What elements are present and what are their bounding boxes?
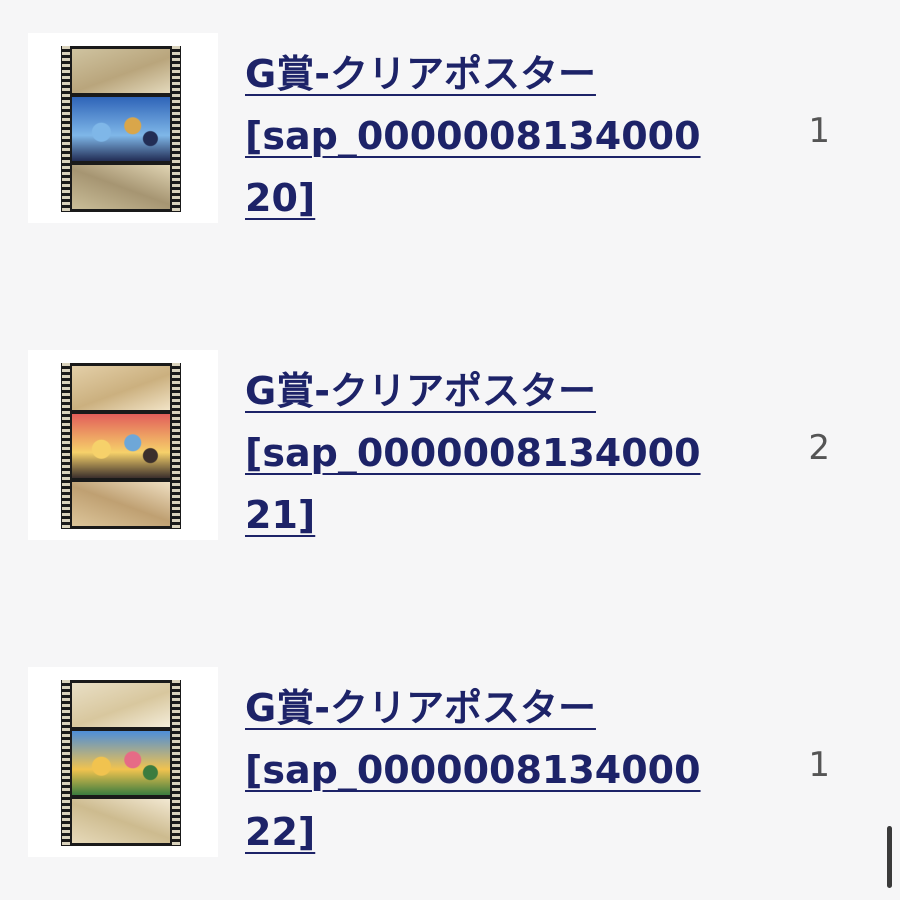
film-frame-bottom — [72, 482, 170, 526]
film-frame-bottom — [72, 799, 170, 843]
product-title-link[interactable]: G賞-クリアポスター [sap_0000008134000 22] — [245, 677, 765, 863]
film-frame-top — [72, 49, 170, 93]
quantity-value: 1 — [808, 111, 830, 151]
product-title-line: G賞-クリアポスター — [245, 369, 596, 413]
quantity-value: 2 — [808, 428, 830, 468]
film-frame-top — [72, 366, 170, 410]
product-title-line: G賞-クリアポスター — [245, 686, 596, 730]
quantity-value: 1 — [808, 745, 830, 785]
list-item: G賞-クリアポスター [sap_0000008134000 20] 1 — [0, 33, 900, 233]
product-title-link[interactable]: G賞-クリアポスター [sap_0000008134000 21] — [245, 360, 765, 546]
product-thumbnail[interactable] — [28, 33, 218, 223]
product-thumbnail[interactable] — [28, 350, 218, 540]
order-item-list: G賞-クリアポスター [sap_0000008134000 20] 1 G賞-ク… — [0, 0, 900, 900]
film-frame-main — [72, 414, 170, 478]
product-title-line: 21] — [245, 493, 316, 537]
product-title-line: G賞-クリアポスター — [245, 52, 596, 96]
product-title-line: [sap_0000008134000 — [245, 748, 701, 792]
film-perforation — [172, 680, 180, 846]
list-item: G賞-クリアポスター [sap_0000008134000 21] 2 — [0, 350, 900, 550]
product-thumbnail[interactable] — [28, 667, 218, 857]
product-title-line: [sap_0000008134000 — [245, 114, 701, 158]
product-title-link[interactable]: G賞-クリアポスター [sap_0000008134000 20] — [245, 43, 765, 229]
product-title-line: 20] — [245, 176, 316, 220]
film-perforation — [62, 46, 70, 212]
film-strip-image — [61, 46, 181, 212]
film-frame-top — [72, 683, 170, 727]
film-strip-image — [61, 680, 181, 846]
film-frame-bottom — [72, 165, 170, 209]
film-perforation — [172, 46, 180, 212]
list-item: G賞-クリアポスター [sap_0000008134000 22] 1 — [0, 667, 900, 867]
film-perforation — [62, 680, 70, 846]
scrollbar-thumb[interactable] — [887, 826, 892, 888]
film-perforation — [62, 363, 70, 529]
film-frame-main — [72, 97, 170, 161]
film-perforation — [172, 363, 180, 529]
film-frame-main — [72, 731, 170, 795]
product-title-line: [sap_0000008134000 — [245, 431, 701, 475]
product-title-line: 22] — [245, 810, 316, 854]
film-strip-image — [61, 363, 181, 529]
